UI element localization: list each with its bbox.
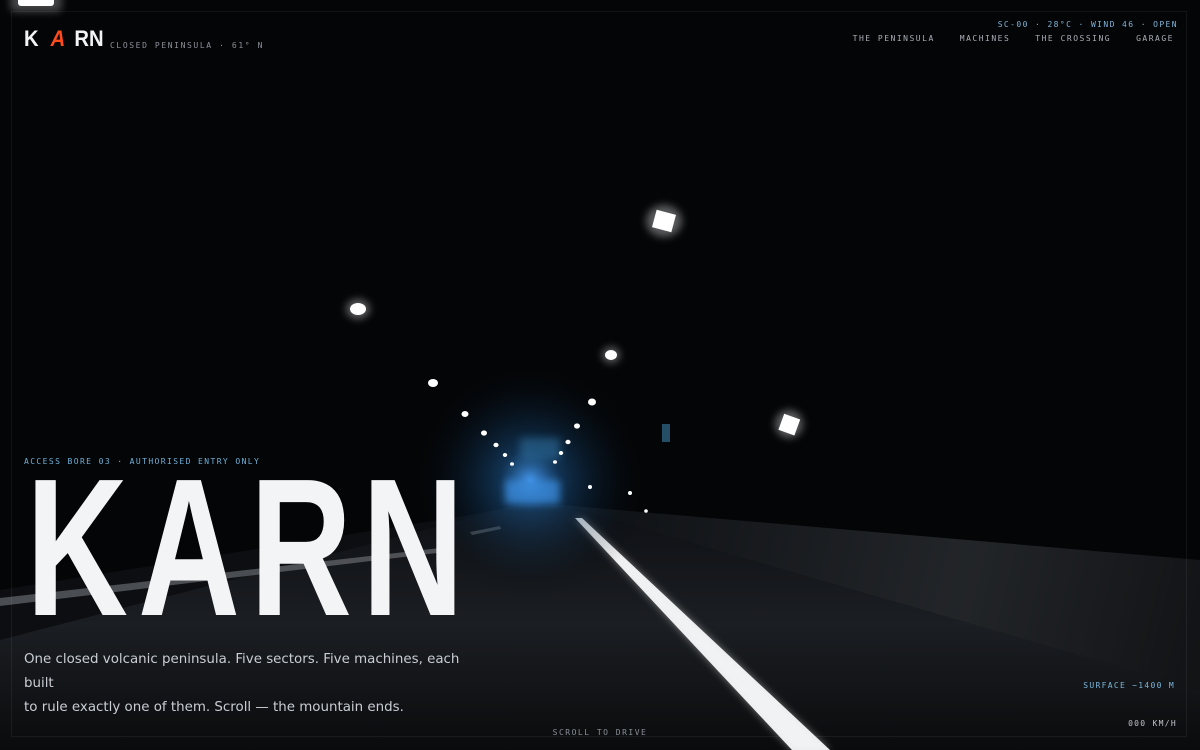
speed-readout: 000 KM/H xyxy=(1128,719,1177,728)
logo-letters-rn: RN xyxy=(74,26,104,51)
hero-description-line-2: to rule exactly one of them. Scroll — th… xyxy=(24,700,404,715)
nav-item-the-crossing[interactable]: THE CROSSING xyxy=(1035,34,1111,43)
scroll-to-drive-cue[interactable]: SCROLL TO DRIVE xyxy=(0,728,1200,737)
nav-item-garage[interactable]: GARAGE xyxy=(1136,34,1174,43)
surface-depth-readout: SURFACE −1400 M xyxy=(1083,681,1175,690)
hero-description: One closed volcanic peninsula. Five sect… xyxy=(24,648,474,720)
logo-letter-k: K xyxy=(24,26,39,51)
main-nav: THE PENINSULA MACHINES THE CROSSING GARA… xyxy=(853,34,1174,43)
nav-item-machines[interactable]: MACHINES xyxy=(960,34,1011,43)
status-readout: SC-00 · 28°C · WIND 46 · OPEN xyxy=(997,20,1178,29)
brand-tagline: CLOSED PENINSULA · 61° N xyxy=(110,41,264,50)
hero-title: KARN xyxy=(26,438,474,657)
hero-description-line-1: One closed volcanic peninsula. Five sect… xyxy=(24,652,460,691)
brand-logo[interactable]: K A RN xyxy=(24,27,104,51)
nav-item-the-peninsula[interactable]: THE PENINSULA xyxy=(853,34,935,43)
logo-letter-a-accent: A xyxy=(50,26,66,51)
